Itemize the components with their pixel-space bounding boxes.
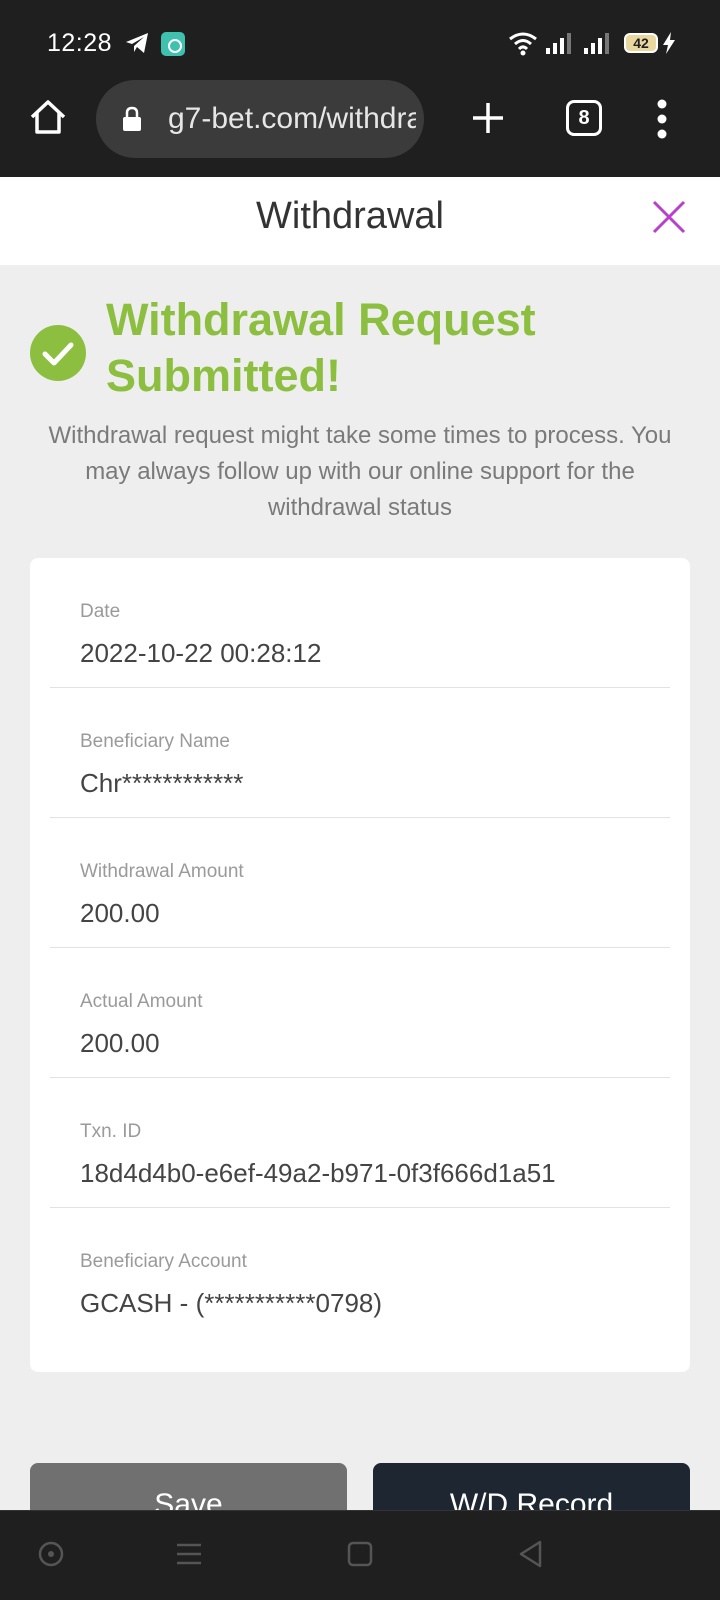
detail-row-actual-amount: Actual Amount 200.00: [50, 948, 670, 1078]
success-message: Withdrawal request might take some times…: [48, 422, 672, 521]
tabs-icon[interactable]: 8: [566, 100, 602, 136]
withdrawal-details-card: Date 2022-10-22 00:28:12 Beneficiary Nam…: [30, 558, 690, 1372]
url-text: g7-bet.com/withdrawal: [168, 102, 416, 135]
home-nav-icon[interactable]: [345, 1539, 375, 1569]
detail-row-txn-id: Txn. ID 18d4d4b0-e6ef-49a2-b971-0f3f666d…: [50, 1078, 670, 1208]
detail-value: 200.00: [80, 1028, 160, 1058]
system-navigation-bar: [0, 1510, 720, 1600]
detail-label: Date: [80, 601, 121, 622]
plus-icon[interactable]: [470, 100, 506, 136]
back-icon[interactable]: [516, 1539, 546, 1569]
assistant-icon[interactable]: [36, 1539, 66, 1569]
page-header: Withdrawal: [0, 177, 720, 265]
detail-row-withdrawal-amount: Withdrawal Amount 200.00: [50, 818, 670, 948]
status-bar: 12:28 42: [0, 0, 720, 78]
save-button[interactable]: Save: [30, 1463, 347, 1510]
detail-row-date: Date 2022-10-22 00:28:12: [50, 558, 670, 688]
detail-value: Chr************: [80, 768, 244, 798]
detail-label: Beneficiary Account: [80, 1251, 247, 1272]
detail-label: Txn. ID: [80, 1121, 142, 1142]
detail-label: Beneficiary Name: [80, 731, 230, 752]
browser-toolbar: g7-bet.com/withdrawal 8: [0, 78, 720, 177]
detail-value: 18d4d4b0-e6ef-49a2-b971-0f3f666d1a51: [80, 1158, 556, 1188]
success-check-icon: [30, 325, 86, 381]
withdrawal-page: Withdrawal Withdrawal Request Submitted!…: [0, 177, 720, 1510]
wd-record-button[interactable]: W/D Record: [373, 1463, 690, 1510]
page-title: Withdrawal: [256, 195, 444, 237]
signal-icon: [584, 33, 609, 54]
detail-label: Withdrawal Amount: [80, 861, 244, 882]
recents-menu-icon[interactable]: [174, 1539, 204, 1569]
status-time: 12:28: [47, 29, 113, 57]
detail-value: GCASH - (***********0798): [80, 1288, 383, 1318]
detail-row-beneficiary-account: Beneficiary Account GCASH - (***********…: [50, 1208, 670, 1338]
signal-icon: [546, 33, 571, 54]
menu-icon[interactable]: [656, 99, 668, 139]
success-title: Withdrawal Request Submitted!: [106, 294, 536, 401]
detail-value: 2022-10-22 00:28:12: [80, 638, 322, 668]
detail-row-beneficiary-name: Beneficiary Name Chr************: [50, 688, 670, 818]
charging-bolt-icon: [663, 32, 675, 54]
lock-icon: [123, 106, 141, 131]
telegram-icon: [126, 33, 148, 53]
wifi-icon: [509, 32, 537, 56]
url-bar[interactable]: g7-bet.com/withdrawal: [96, 80, 424, 158]
close-icon[interactable]: [651, 199, 687, 235]
detail-label: Actual Amount: [80, 991, 203, 1012]
app-icon: [161, 32, 185, 56]
detail-value: 200.00: [80, 898, 160, 928]
home-icon[interactable]: [28, 97, 68, 137]
battery-icon: 42: [624, 33, 658, 53]
